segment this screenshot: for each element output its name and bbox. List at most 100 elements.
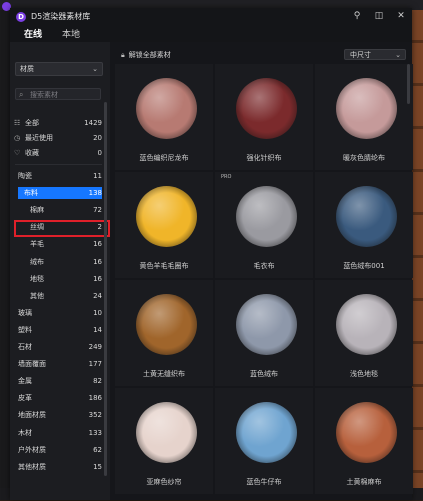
sidebar-item-label: 地面材质 (18, 411, 46, 420)
material-card[interactable]: 蓝色绒布001 (315, 172, 413, 278)
sidebar-item[interactable]: 地面材质 352 (12, 409, 102, 421)
material-card[interactable]: 亚麻色纱帘 (115, 388, 213, 494)
material-preview-sphere (236, 186, 297, 247)
sidebar-item-count: 24 (93, 291, 102, 300)
sidebar-item-label: 布料 (24, 189, 38, 198)
grid-icon: ☷ (14, 119, 21, 127)
sidebar-item-count: 20 (93, 134, 102, 142)
sidebar-item-label: 收藏 (25, 149, 39, 157)
unlock-all-button[interactable]: 🔒︎ 解锁全部素材 (121, 50, 171, 60)
material-card[interactable]: 蓝色绒布 (215, 280, 313, 386)
sidebar-item-recent[interactable]: ◷ 最近使用 20 (12, 132, 102, 144)
material-name: 土黄无缝织布 (143, 370, 185, 378)
material-preview-sphere (236, 402, 297, 463)
sidebar-item[interactable]: 木材 133 (12, 427, 102, 439)
sidebar: 材质 ⌄ ⌕ 搜索素材 ☷ 全部 1429 ◷ 最近使用 20 ♡ 收藏 0 陶瓷 11 布料 138 棉麻 7… (10, 42, 110, 500)
sidebar-item-label: 陶瓷 (18, 172, 32, 180)
material-name: 蓝色编织尼龙布 (139, 154, 189, 162)
chevron-down-icon: ⌄ (92, 65, 98, 73)
search-icon: ⌕ (19, 90, 24, 99)
material-card[interactable]: 蓝色编织尼龙布 (115, 64, 213, 170)
chevron-down-icon: ⌄ (395, 51, 401, 59)
sidebar-item-count: 62 (93, 445, 102, 454)
material-preview-sphere (136, 402, 197, 463)
window-title: D5渲染器素材库 (31, 12, 91, 21)
maximize-icon[interactable]: ◫ (374, 11, 384, 21)
grid-scrollbar[interactable] (407, 64, 410, 104)
sidebar-item-count: 0 (97, 149, 102, 157)
sidebar-item[interactable]: 陶瓷 11 (12, 170, 102, 182)
pro-badge: PRO (221, 174, 232, 180)
sidebar-subitem[interactable]: 棉麻 72 (12, 204, 102, 216)
material-card[interactable]: 土黄无缝织布 (115, 280, 213, 386)
sidebar-item-label: 皮革 (18, 394, 32, 403)
material-name: 强化针织布 (246, 154, 282, 162)
clock-icon: ◷ (14, 134, 21, 142)
material-name: 蓝色牛仔布 (246, 478, 282, 486)
material-card[interactable]: PRO 毛衣布 (215, 172, 313, 278)
divider (15, 164, 102, 165)
sidebar-item-label: 金属 (18, 377, 32, 386)
size-select[interactable]: 中尺寸 ⌄ (344, 49, 406, 60)
close-icon[interactable]: ✕ (396, 11, 406, 21)
tab-local[interactable]: 本地 (54, 25, 88, 42)
material-preview-sphere (336, 402, 397, 463)
sidebar-item[interactable]: 玻璃 10 (12, 307, 102, 319)
sidebar-item[interactable]: 墙面覆面 177 (12, 358, 102, 370)
material-name: 蓝色绒布001 (343, 262, 385, 270)
sidebar-item-count: 133 (88, 428, 102, 437)
search-input[interactable]: ⌕ 搜索素材 (15, 88, 101, 100)
material-card[interactable]: 蓝色牛仔布 (215, 388, 313, 494)
d5-logo-icon: D (16, 11, 26, 22)
sidebar-item-count: 10 (93, 308, 102, 317)
material-name: 浅色地毯 (350, 370, 378, 378)
material-preview-sphere (336, 186, 397, 247)
sidebar-item[interactable]: 塑料 14 (12, 324, 102, 336)
sidebar-item-label: 塑料 (18, 325, 32, 334)
sidebar-item[interactable]: 布料 138 (18, 187, 102, 200)
sidebar-item-label: 羊毛 (30, 240, 44, 249)
material-card[interactable]: 浅色地毯 (315, 280, 413, 386)
category-select[interactable]: 材质 ⌄ (15, 62, 103, 76)
sidebar-item[interactable]: 其他材质 15 (12, 461, 102, 473)
sidebar-item-label: 全部 (25, 119, 39, 127)
sidebar-item[interactable]: 皮革 186 (12, 392, 102, 404)
sidebar-item-count: 1429 (84, 119, 102, 127)
selection-highlight-box (14, 220, 110, 237)
sidebar-item[interactable]: 石材 249 (12, 341, 102, 353)
sidebar-item[interactable]: 户外材质 62 (12, 444, 102, 456)
heart-icon: ♡ (14, 149, 21, 157)
sidebar-subitem[interactable]: 羊毛 16 (12, 238, 102, 250)
material-card[interactable]: 暖灰色腈纶布 (315, 64, 413, 170)
lock-icon: 🔒︎ (121, 51, 125, 59)
tab-bar: 在线 本地 (10, 25, 412, 42)
sidebar-item-label: 其他 (30, 291, 44, 300)
sidebar-item-count: 14 (93, 325, 102, 334)
material-name: 毛衣布 (253, 262, 275, 270)
sidebar-item-count: 186 (88, 394, 102, 403)
material-preview-sphere (236, 294, 297, 355)
material-preview-sphere (136, 78, 197, 139)
material-name: 亚麻色纱帘 (146, 478, 182, 486)
sidebar-item-label: 户外材质 (18, 445, 46, 454)
material-card[interactable]: 强化针织布 (215, 64, 313, 170)
sidebar-item-count: 11 (93, 172, 102, 180)
sidebar-subitem[interactable]: 绒布 16 (12, 256, 102, 268)
sidebar-item-label: 地毯 (30, 274, 44, 283)
sidebar-item-count: 249 (88, 343, 102, 351)
sidebar-item-count: 138 (88, 189, 102, 198)
pin-icon[interactable]: ⚲ (352, 11, 362, 21)
sidebar-item-all[interactable]: ☷ 全部 1429 (12, 117, 102, 129)
material-card[interactable]: 黄色羊毛毛圈布 (115, 172, 213, 278)
tab-online[interactable]: 在线 (16, 25, 50, 42)
sidebar-scrollbar[interactable] (104, 102, 107, 476)
material-preview-sphere (136, 294, 197, 355)
sidebar-subitem[interactable]: 其他 24 (12, 290, 102, 302)
material-preview-sphere (336, 294, 397, 355)
sidebar-subitem[interactable]: 地毯 16 (12, 273, 102, 285)
sidebar-item-count: 16 (93, 274, 102, 283)
sidebar-item[interactable]: 金属 82 (12, 375, 102, 387)
sidebar-item-favorites[interactable]: ♡ 收藏 0 (12, 147, 102, 159)
sidebar-item-label: 绒布 (30, 257, 44, 266)
material-card[interactable]: 土黄棉麻布 (315, 388, 413, 494)
